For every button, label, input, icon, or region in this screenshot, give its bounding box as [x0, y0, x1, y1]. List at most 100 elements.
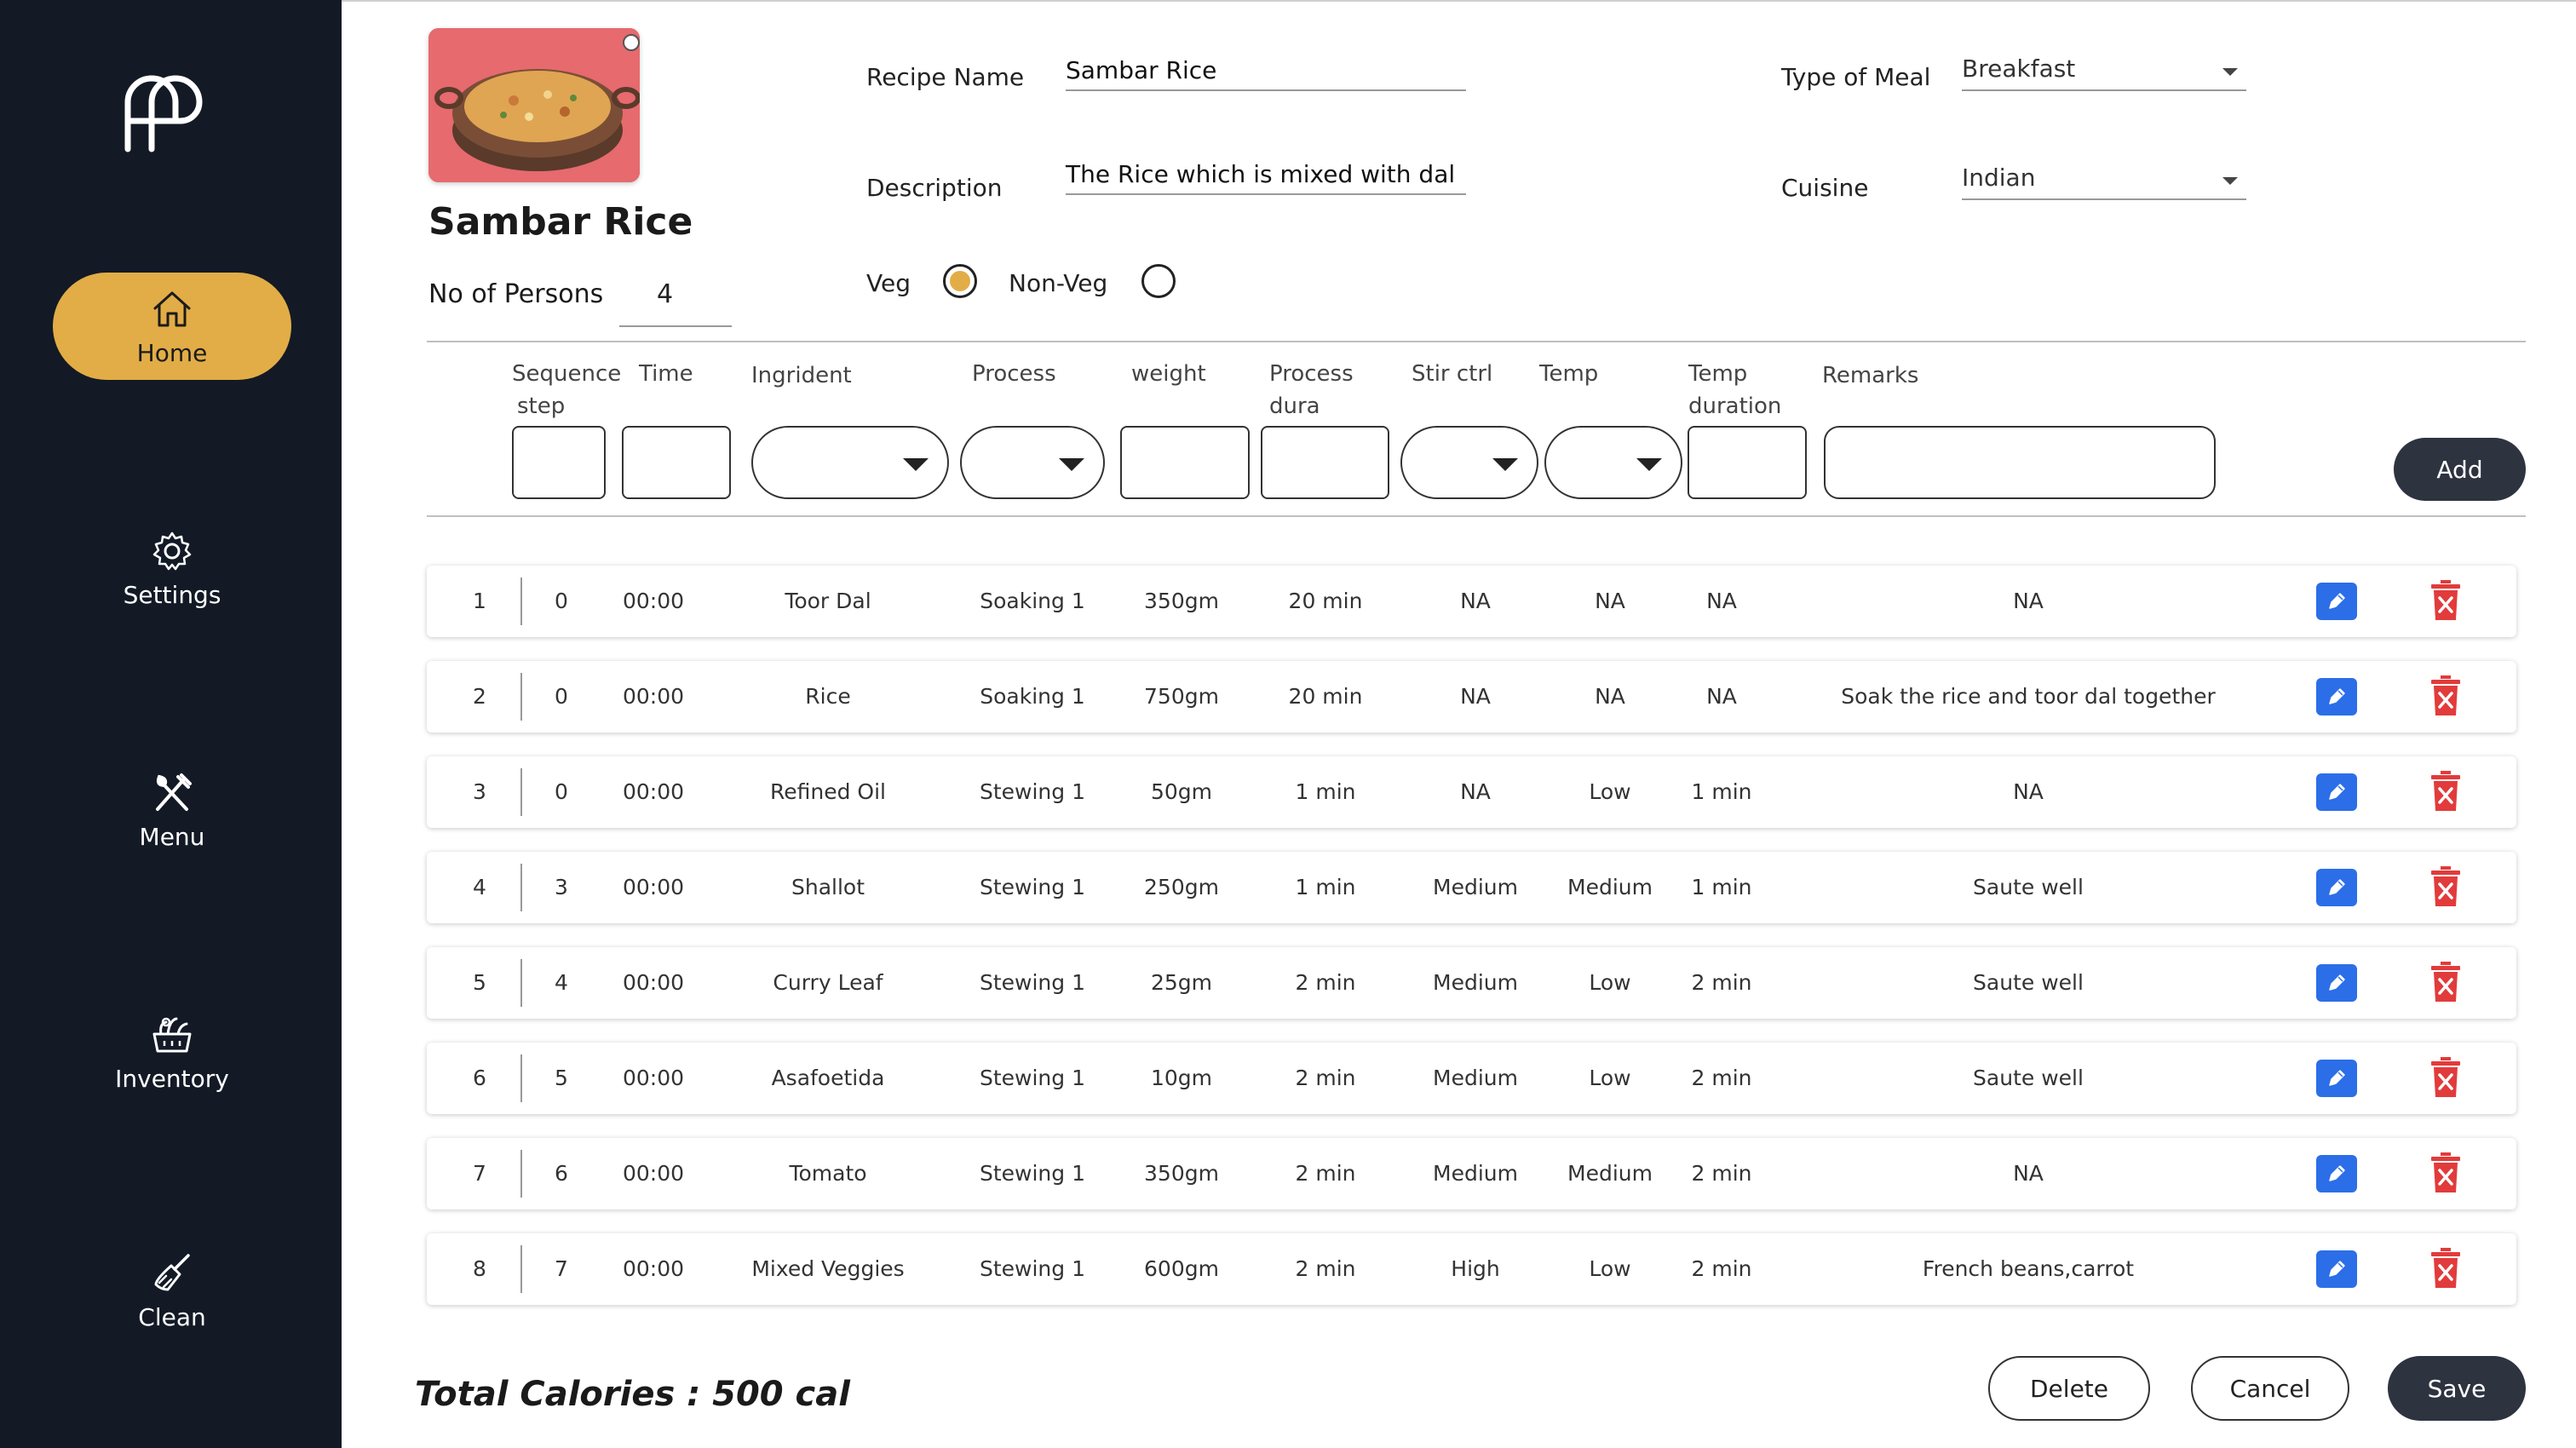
cell-remarks: Saute well: [1973, 875, 2084, 899]
process-duration-input[interactable]: [1261, 426, 1389, 499]
persons-input[interactable]: 4: [619, 271, 732, 327]
cell-ingredient: Toor Dal: [785, 589, 871, 613]
edit-button[interactable]: [2316, 1250, 2357, 1288]
cell-time: 00:00: [622, 970, 685, 995]
sequence-input[interactable]: [512, 426, 606, 499]
sidebar-item-settings[interactable]: Settings: [53, 514, 291, 622]
remarks-input[interactable]: [1824, 426, 2216, 499]
sidebar-item-inventory[interactable]: Inventory: [53, 998, 291, 1106]
cell-ingredient: Refined Oil: [770, 779, 886, 804]
ingredient-select[interactable]: [751, 426, 949, 499]
cell-remarks: French beans,carrot: [1922, 1256, 2135, 1281]
col-label-ingredient: Ingrident: [751, 363, 852, 388]
table-row: 8 7 00:00 Mixed Veggies Stewing 1 600gm 2 min H…: [427, 1233, 2516, 1305]
delete-row-button[interactable]: [2430, 1247, 2461, 1290]
gear-icon: [152, 532, 192, 570]
stir-ctrl-select[interactable]: [1400, 426, 1538, 499]
cancel-button[interactable]: Cancel: [2191, 1356, 2349, 1421]
cell-remarks: NA: [2013, 589, 2044, 613]
col-label-weight: weight: [1131, 361, 1206, 387]
add-button[interactable]: Add: [2394, 438, 2526, 501]
fork-knife-icon: [156, 773, 192, 811]
temp-duration-input[interactable]: [1688, 426, 1807, 499]
cell-time: 00:00: [622, 779, 685, 804]
total-calories: Total Calories : 500 cal: [415, 1375, 850, 1414]
cell-temp-duration: NA: [1706, 589, 1737, 613]
trash-icon: [2431, 1152, 2460, 1192]
cell-time: 00:00: [622, 875, 685, 899]
delete-row-button[interactable]: [2430, 865, 2461, 908]
broom-icon: [154, 1253, 190, 1290]
cell-time: 00:00: [622, 1161, 685, 1186]
col-label-remarks: Remarks: [1822, 363, 1919, 388]
delete-row-button[interactable]: [2430, 770, 2461, 813]
process-select[interactable]: [960, 426, 1105, 499]
pencil-icon: [2329, 879, 2345, 895]
cell-temp-duration: 2 min: [1691, 970, 1752, 995]
persons-label: No of Persons: [428, 279, 604, 309]
trash-icon: [2431, 675, 2460, 715]
meal-type-label: Type of Meal: [1781, 63, 1931, 91]
veg-label: Veg: [866, 269, 911, 297]
sidebar: Home Settings Menu Inventory Clean: [0, 0, 342, 1448]
table-row: 7 6 00:00 Tomato Stewing 1 350gm 2 min Medium Me…: [427, 1138, 2516, 1210]
delete-row-button[interactable]: [2430, 961, 2461, 1003]
nonveg-radio[interactable]: [1141, 264, 1176, 298]
edit-button[interactable]: [2316, 583, 2357, 620]
col-label-temp: Temp: [1539, 361, 1599, 387]
chevron-down-icon: [1492, 458, 1518, 471]
save-button[interactable]: Save: [2388, 1356, 2526, 1421]
sidebar-item-label: Menu: [139, 822, 205, 851]
table-row: 3 0 00:00 Refined Oil Stewing 1 50gm 1 min NA Lo…: [427, 756, 2516, 828]
cell-remarks: Soak the rice and toor dal together: [1841, 684, 2216, 709]
edit-button[interactable]: [2316, 869, 2357, 906]
nonveg-label: Non-Veg: [1009, 269, 1108, 297]
dish-image: [428, 28, 640, 182]
delete-row-button[interactable]: [2430, 1056, 2461, 1099]
edit-button[interactable]: [2316, 1060, 2357, 1097]
edit-button[interactable]: [2316, 1155, 2357, 1192]
chevron-down-icon: [1636, 458, 1662, 471]
delete-button[interactable]: Delete: [1988, 1356, 2150, 1421]
pencil-icon: [2329, 1261, 2345, 1277]
cell-temp-duration: 1 min: [1691, 875, 1752, 899]
edit-button[interactable]: [2316, 678, 2357, 715]
cell-ingredient: Rice: [805, 684, 851, 709]
cell-time: 00:00: [622, 589, 685, 613]
delete-row-button[interactable]: [2430, 579, 2461, 622]
table-row: 2 0 00:00 Rice Soaking 1 750gm 20 min NA NA NA Soa…: [427, 661, 2516, 733]
delete-row-button[interactable]: [2430, 1152, 2461, 1194]
edit-button[interactable]: [2316, 773, 2357, 811]
table-row: 6 5 00:00 Asafoetida Stewing 1 10gm 2 min Mediu…: [427, 1043, 2516, 1114]
col-label-stir-ctrl: Stir ctrl: [1412, 361, 1493, 387]
edit-button[interactable]: [2316, 964, 2357, 1002]
cell-temp-duration: 2 min: [1691, 1161, 1752, 1186]
temp-select[interactable]: [1544, 426, 1682, 499]
col-label-process: Process: [972, 361, 1056, 387]
cuisine-value: Indian: [1962, 164, 2036, 192]
sidebar-item-label: Settings: [123, 580, 221, 609]
chevron-down-icon: [2222, 68, 2238, 76]
delete-row-button[interactable]: [2430, 675, 2461, 717]
recipe-name-label: Recipe Name: [866, 63, 1025, 91]
cuisine-label: Cuisine: [1781, 174, 1869, 202]
cell-remarks: Saute well: [1973, 970, 2084, 995]
recipe-photo[interactable]: [428, 28, 640, 182]
description-input[interactable]: The Rice which is mixed with dal: [1066, 160, 1466, 195]
cell-temp-duration: 2 min: [1691, 1256, 1752, 1281]
sidebar-item-menu[interactable]: Menu: [53, 756, 291, 864]
photo-edit-icon[interactable]: [623, 34, 640, 51]
recipe-name-input[interactable]: Sambar Rice: [1066, 56, 1466, 91]
sidebar-item-home[interactable]: Home: [53, 273, 291, 380]
sidebar-item-label: Clean: [138, 1302, 206, 1331]
section-divider: [427, 341, 2526, 342]
home-icon: [153, 291, 191, 326]
cuisine-select[interactable]: Indian: [1962, 164, 2246, 200]
time-input[interactable]: [622, 426, 731, 499]
weight-input[interactable]: [1120, 426, 1250, 499]
veg-radio[interactable]: [943, 264, 977, 298]
cell-time: 00:00: [622, 684, 685, 709]
cell-temp-duration: 1 min: [1691, 779, 1752, 804]
meal-type-select[interactable]: Breakfast: [1962, 55, 2246, 91]
sidebar-item-clean[interactable]: Clean: [53, 1237, 291, 1344]
